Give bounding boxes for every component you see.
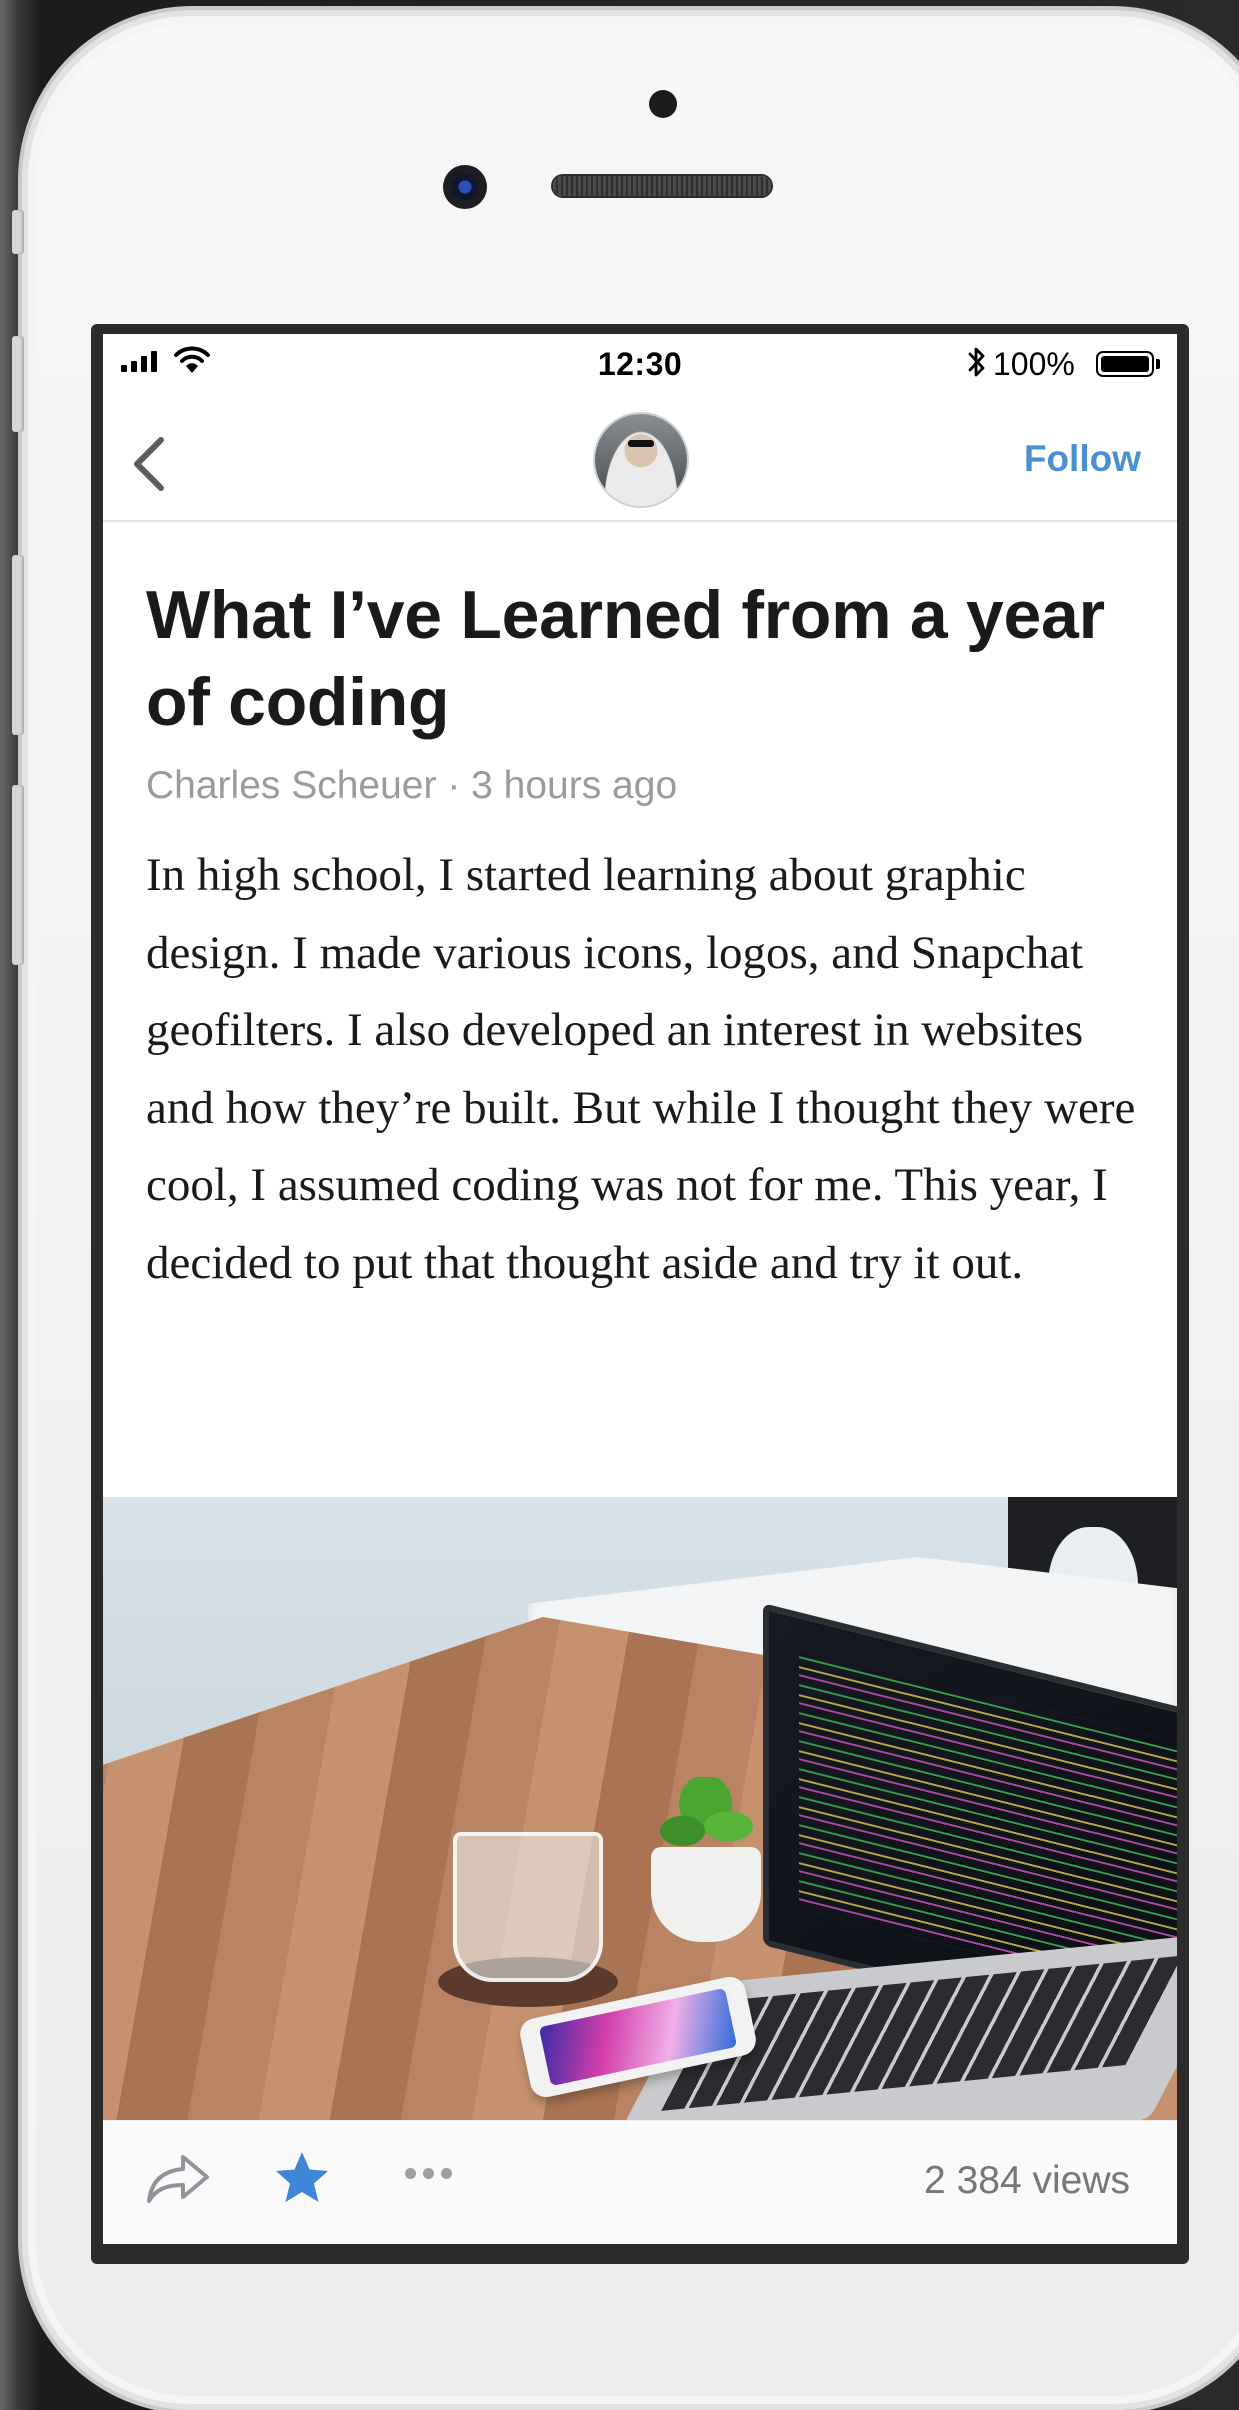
follow-button[interactable]: Follow: [1024, 438, 1141, 480]
proximity-sensor: [649, 90, 677, 118]
battery-percent: 100%: [993, 346, 1075, 382]
bluetooth-icon: [968, 347, 985, 377]
status-bar: 12:30 100%: [103, 334, 1177, 394]
volume-down-button: [12, 555, 24, 735]
battery-tip: [1156, 359, 1160, 369]
article-toolbar: 2 384 views: [103, 2120, 1177, 2244]
battery-icon: [1096, 351, 1154, 377]
share-icon[interactable]: [145, 2151, 211, 2207]
more-dots-icon[interactable]: [405, 2168, 452, 2179]
front-camera: [443, 165, 487, 209]
volume-up-button: [12, 336, 24, 432]
view-count: 2 384 views: [924, 2159, 1130, 2202]
article-meta: Charles Scheuer · 3 hours ago: [146, 764, 678, 807]
mute-switch: [12, 210, 24, 254]
side-button: [12, 785, 24, 965]
author-avatar[interactable]: [595, 414, 687, 506]
article-nav-bar: Follow: [103, 404, 1177, 522]
app-screen: 12:30 100% Follow What I’ve Learned from…: [103, 334, 1177, 2244]
star-icon[interactable]: [273, 2149, 331, 2207]
article-hero-image: [103, 1497, 1177, 2120]
chevron-left-icon[interactable]: [129, 434, 169, 494]
article-title: What I’ve Learned from a year of coding: [146, 577, 1105, 740]
article-body: In high school, I started learning about…: [146, 849, 1136, 1289]
earpiece-speaker: [553, 176, 771, 196]
